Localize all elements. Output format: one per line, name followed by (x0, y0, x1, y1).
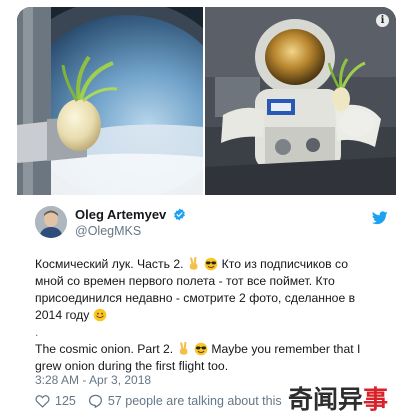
sunglasses-emoji (194, 342, 208, 356)
tweet-separator: . (35, 325, 39, 339)
spacesuit-onion-image (205, 7, 396, 195)
smile-emoji (93, 308, 107, 322)
tweet-text-segment: Космический лук. Часть 2. (35, 257, 184, 271)
onion-porthole-image (17, 7, 203, 195)
talking-about-text[interactable]: 57 people are talking about this (108, 394, 282, 408)
tweet-text-en-line: The cosmic onion. Part 2. Maybe you reme… (35, 341, 387, 358)
tweet-text-segment: The cosmic onion. Part 2. (35, 342, 174, 356)
heart-icon[interactable] (35, 394, 50, 408)
watermark-logo: 奇闻异事 (288, 380, 388, 416)
sunglasses-emoji (204, 257, 218, 271)
onion-porthole-photo[interactable] (17, 7, 203, 195)
tweet-card[interactable]: i Oleg Artemyev @OlegMKS Космический лук… (17, 7, 396, 412)
likes-count[interactable]: 125 (55, 394, 76, 408)
tweet-text-segment: Maybe you remember that I (211, 342, 361, 356)
watermark-accent-text: 事 (363, 385, 389, 414)
tweet-header: Oleg Artemyev @OlegMKS (17, 204, 396, 244)
tweet-timestamp[interactable]: 3:28 AM - Apr 3, 2018 (35, 373, 151, 387)
watermark-main-text: 奇闻异 (288, 385, 364, 414)
avatar[interactable] (35, 206, 67, 238)
tweet-text-ru-line: 2014 году (35, 307, 387, 324)
reply-icon[interactable] (88, 394, 103, 408)
tweet-text-ru-line: присоединился недавно - смотрите 2 фото,… (35, 291, 356, 305)
tweet-text-ru-line: Космический лук. Часть 2. Кто из подписч… (35, 256, 387, 273)
twitter-bird-icon[interactable] (372, 211, 388, 225)
author-handle[interactable]: @OlegMKS (75, 224, 141, 238)
spacesuit-onion-photo[interactable]: i (205, 7, 396, 195)
info-icon[interactable]: i (376, 14, 389, 27)
media-grid: i (17, 7, 396, 195)
victory-hand-emoji (179, 342, 188, 355)
tweet-actions: 125 57 people are talking about this (35, 393, 282, 409)
tweet-text-ru-line: мной со времен первого полета - тот все … (35, 274, 335, 288)
tweet-text-segment: 2014 году (35, 308, 90, 322)
tweet-text: Космический лук. Часть 2. Кто из подписч… (35, 256, 387, 375)
author-display-name[interactable]: Oleg Artemyev (75, 207, 166, 222)
tweet-text-segment: Кто из подписчиков со (221, 257, 349, 271)
verified-badge-icon (174, 208, 185, 221)
victory-hand-emoji (189, 257, 198, 270)
